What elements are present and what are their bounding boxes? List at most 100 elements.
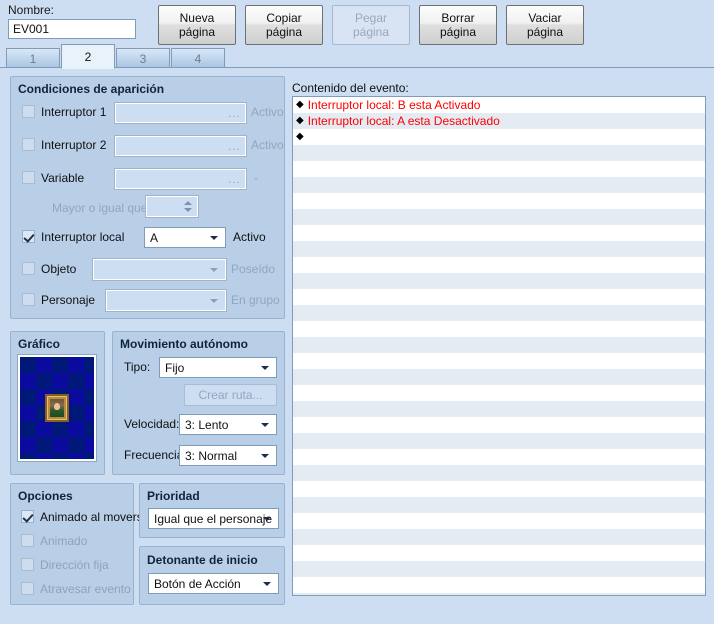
- event-command-row[interactable]: ◆ Interruptor local: B esta Activado: [293, 97, 705, 113]
- event-content-list[interactable]: ◆ Interruptor local: B esta Activado ◆ Inte…: [292, 96, 706, 596]
- event-command-row[interactable]: [293, 161, 705, 177]
- event-sprite-picture-frame: [45, 394, 69, 422]
- event-command-row[interactable]: [293, 417, 705, 433]
- delete-page-button-line2: página: [439, 25, 477, 39]
- event-command-row[interactable]: [293, 257, 705, 273]
- graphic-title: Gráfico: [18, 337, 61, 351]
- item-state: Poseído: [231, 262, 276, 276]
- priority-title: Prioridad: [147, 489, 200, 503]
- event-sprite-portrait: [50, 399, 64, 417]
- chevron-down-icon[interactable]: [261, 365, 269, 370]
- tab-page-1[interactable]: 1: [6, 48, 60, 68]
- chevron-down-icon[interactable]: [261, 453, 269, 458]
- event-command-row[interactable]: [293, 321, 705, 337]
- paste-page-button-line1: Pegar: [354, 11, 387, 25]
- event-command-row[interactable]: ◆ Interruptor local: A esta Desactivado: [293, 113, 705, 129]
- switch1-label: Interruptor 1: [41, 105, 107, 119]
- switch1-state: Activo: [251, 105, 284, 119]
- movement-speed-select[interactable]: 3: Lento: [179, 414, 277, 435]
- name-input[interactable]: EV001: [8, 19, 136, 39]
- variable-label: Variable: [41, 171, 85, 185]
- event-command-row[interactable]: [293, 529, 705, 545]
- event-command-row[interactable]: [293, 449, 705, 465]
- chevron-down-icon[interactable]: [263, 581, 271, 586]
- event-command-row[interactable]: [293, 369, 705, 385]
- clear-page-button[interactable]: Vaciar página: [506, 5, 584, 45]
- graphic-preview[interactable]: [17, 354, 97, 462]
- new-page-button[interactable]: Nueva página: [158, 5, 236, 45]
- event-command-row[interactable]: [293, 225, 705, 241]
- actor-select: [105, 289, 227, 312]
- event-command-row[interactable]: [293, 209, 705, 225]
- actor-checkbox[interactable]: [22, 293, 35, 306]
- switch2-checkbox[interactable]: [22, 138, 35, 151]
- local-switch-select[interactable]: A: [144, 227, 226, 248]
- event-command-row[interactable]: [293, 385, 705, 401]
- event-command-row[interactable]: [293, 177, 705, 193]
- local-switch-label: Interruptor local: [41, 230, 125, 244]
- option-animated-checkbox[interactable]: [21, 534, 34, 547]
- greater-equal-stepper[interactable]: [145, 195, 199, 218]
- tab-page-3[interactable]: 3: [116, 48, 170, 68]
- variable-state: -: [254, 171, 258, 185]
- name-label: Nombre:: [8, 3, 55, 17]
- option-fixed-direction-label: Dirección fija: [40, 558, 109, 572]
- graphic-tile-background: [20, 357, 94, 459]
- stepper-down-icon[interactable]: [184, 208, 192, 212]
- tab-page-2[interactable]: 2: [61, 44, 115, 69]
- actor-state: En grupo: [231, 293, 280, 307]
- event-command-row[interactable]: [293, 497, 705, 513]
- trigger-select[interactable]: Botón de Acción: [148, 573, 279, 594]
- event-command-row[interactable]: [293, 593, 705, 595]
- movement-frequency-label: Frecuencia:: [124, 448, 187, 462]
- event-command-row[interactable]: [293, 289, 705, 305]
- local-switch-checkbox[interactable]: [22, 230, 35, 243]
- event-command-row[interactable]: [293, 241, 705, 257]
- movement-speed-value: 3: Lento: [185, 417, 229, 432]
- autonomous-movement-group: Movimiento autónomo Tipo: Fijo Crear rut…: [112, 331, 285, 475]
- greater-equal-label: Mayor o igual que: [52, 201, 148, 215]
- priority-select[interactable]: Igual que el personaje: [148, 508, 279, 529]
- event-command-row[interactable]: [293, 513, 705, 529]
- event-command-row[interactable]: [293, 561, 705, 577]
- chevron-down-icon[interactable]: [263, 516, 271, 521]
- event-command-row[interactable]: [293, 193, 705, 209]
- local-switch-state: Activo: [233, 230, 266, 244]
- event-command-row[interactable]: [293, 481, 705, 497]
- diamond-bullet-icon: ◆: [296, 99, 304, 110]
- variable-checkbox[interactable]: [22, 171, 35, 184]
- page-tabs: 1 2 3 4: [0, 44, 714, 69]
- event-command-row[interactable]: [293, 305, 705, 321]
- tab-page-4[interactable]: 4: [171, 48, 225, 68]
- option-animated-label: Animado: [40, 534, 88, 548]
- event-command-row[interactable]: [293, 337, 705, 353]
- event-command-row[interactable]: [293, 401, 705, 417]
- option-through-event-checkbox[interactable]: [21, 582, 34, 595]
- item-select: [92, 258, 227, 281]
- switch1-ellipsis-icon: ...: [227, 106, 241, 120]
- event-command-row[interactable]: [293, 433, 705, 449]
- event-sprite-face: [54, 403, 60, 410]
- movement-type-select[interactable]: Fijo: [159, 357, 277, 378]
- switch1-checkbox[interactable]: [22, 105, 35, 118]
- event-command-row[interactable]: [293, 353, 705, 369]
- chevron-down-icon[interactable]: [210, 235, 218, 240]
- option-animated-on-move-checkbox[interactable]: [21, 510, 34, 523]
- event-command-row[interactable]: [293, 273, 705, 289]
- delete-page-button[interactable]: Borrar página: [419, 5, 497, 45]
- event-command-row[interactable]: [293, 465, 705, 481]
- event-command-row[interactable]: [293, 577, 705, 593]
- chevron-down-icon[interactable]: [261, 422, 269, 427]
- movement-frequency-select[interactable]: 3: Normal: [179, 445, 277, 466]
- option-animated-on-move-label: Animado al moverse: [40, 510, 150, 524]
- event-command-row[interactable]: ◆: [293, 129, 705, 145]
- graphic-group: Gráfico: [10, 331, 105, 475]
- chevron-down-icon: [210, 267, 218, 272]
- event-command-row[interactable]: [293, 545, 705, 561]
- item-checkbox[interactable]: [22, 262, 35, 275]
- copy-page-button[interactable]: Copiar página: [245, 5, 323, 45]
- event-command-row[interactable]: [293, 145, 705, 161]
- option-fixed-direction-checkbox[interactable]: [21, 558, 34, 571]
- stepper-up-icon[interactable]: [184, 201, 192, 205]
- clear-page-button-line1: Vaciar: [528, 11, 562, 25]
